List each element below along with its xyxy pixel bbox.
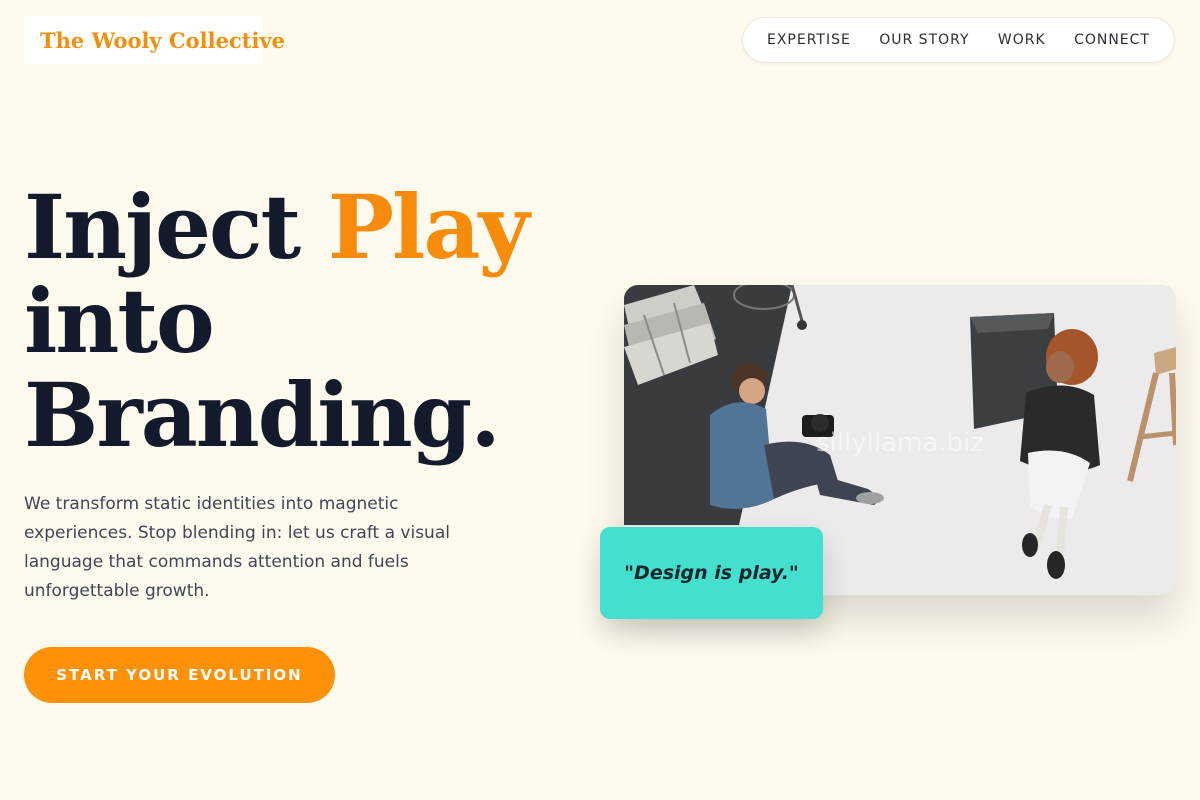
hero-description: We transform static identities into magn… [24,494,450,601]
main-nav: EXPERTISE OUR STORY WORK CONNECT [742,17,1175,63]
headline-accent-word: Play [327,175,530,279]
nav-item-our-story[interactable]: OUR STORY [879,32,969,48]
headline-line1-prefix: Inject [24,175,328,279]
nav-item-expertise[interactable]: EXPERTISE [767,32,851,48]
brand-logo[interactable]: The Wooly Collective [24,16,285,64]
headline-line3: Branding. [24,363,501,467]
photo-watermark: sillyllama.biz [816,428,984,458]
nav-item-connect[interactable]: CONNECT [1074,32,1150,48]
quote-card: "Design is play." [600,527,823,619]
headline-line2: into [24,269,215,373]
quote-text: "Design is play." [624,562,799,584]
nav-item-work[interactable]: WORK [998,32,1046,48]
hero-headline: Inject Play into Branding. [24,180,530,462]
brand-name: The Wooly Collective [40,27,286,53]
start-evolution-button[interactable]: START YOUR EVOLUTION [24,647,335,703]
